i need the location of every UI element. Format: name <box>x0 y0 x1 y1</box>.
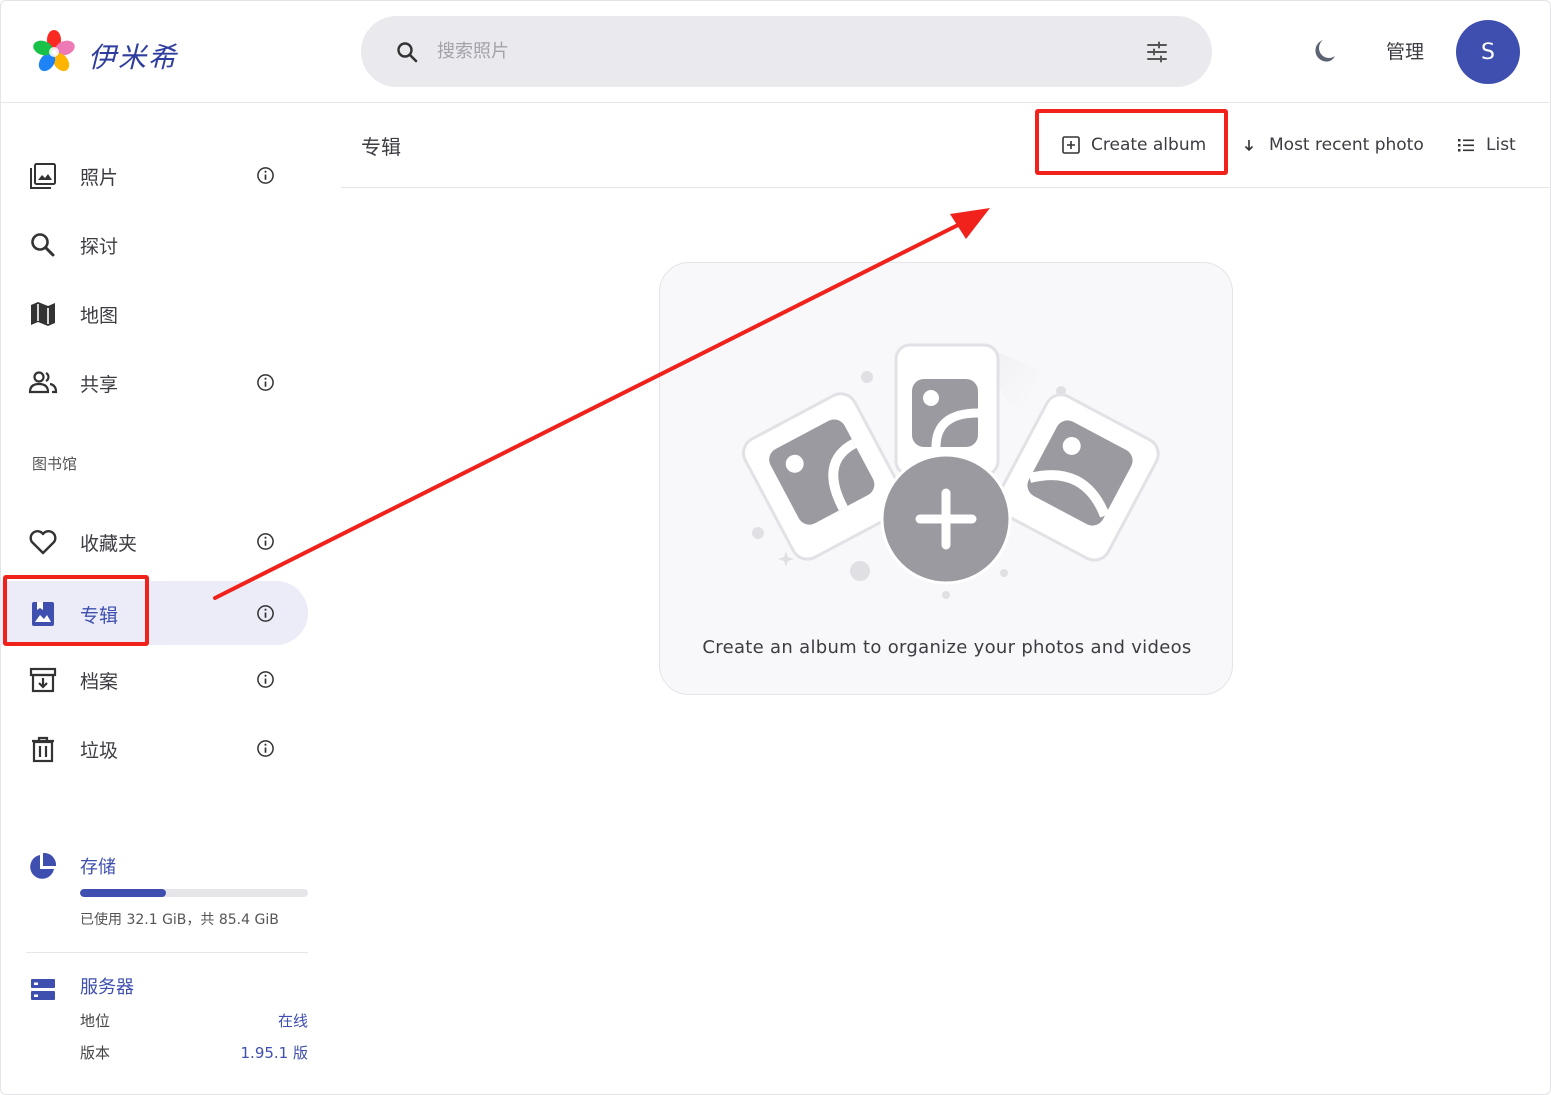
people-icon <box>28 371 58 394</box>
search-bar[interactable] <box>361 16 1212 87</box>
sidebar-item-favorites[interactable]: 收藏夹 <box>0 509 308 573</box>
page-title: 专辑 <box>361 135 401 159</box>
search-icon <box>397 42 418 63</box>
sort-label: Most recent photo <box>1269 135 1424 155</box>
sidebar-item-label: 收藏夹 <box>80 533 138 555</box>
storage-progress-bar <box>80 889 308 897</box>
sidebar-item-label: 地图 <box>80 305 119 327</box>
sort-button[interactable]: Most recent photo <box>1239 131 1424 159</box>
storage-progress-fill <box>80 889 166 897</box>
sidebar-item-label: 共享 <box>80 374 119 396</box>
sidebar-item-label: 探讨 <box>80 236 119 258</box>
map-icon <box>31 302 55 326</box>
info-icon[interactable] <box>256 532 275 551</box>
library-section-label: 图书馆 <box>32 455 78 473</box>
sidebar-item-label: 垃圾 <box>80 740 119 762</box>
storage-usage-text: 已使用 32.1 GiB，共 85.4 GiB <box>80 912 279 928</box>
immich-logo-icon[interactable] <box>30 28 78 76</box>
top-header: 伊米希 管理 S <box>0 0 1551 103</box>
user-avatar[interactable]: S <box>1456 20 1520 84</box>
info-icon[interactable] <box>256 604 275 623</box>
pie-chart-icon <box>30 853 56 879</box>
brand-name: 伊米希 <box>88 41 179 74</box>
view-toggle-label: List <box>1486 135 1516 155</box>
arrow-down-icon <box>1244 140 1254 152</box>
create-album-empty-card[interactable]: Create an album to organize your photos … <box>659 262 1233 695</box>
server-title: 服务器 <box>80 977 134 998</box>
server-version-value[interactable]: 1.95.1 版 <box>241 1042 308 1063</box>
list-icon <box>1458 139 1474 152</box>
albums-highlight <box>3 575 149 646</box>
search-icon <box>31 233 55 257</box>
admin-link[interactable]: 管理 <box>1386 37 1424 64</box>
archive-icon <box>29 667 57 693</box>
info-icon[interactable] <box>256 739 275 758</box>
trash-icon <box>32 736 54 763</box>
server-version-label: 版本 <box>80 1044 111 1062</box>
sidebar-item-map[interactable]: 地图 <box>0 281 308 345</box>
create-album-highlight <box>1035 109 1228 175</box>
server-status-value: 在线 <box>277 1012 308 1030</box>
tune-icon[interactable] <box>1145 40 1169 64</box>
info-icon[interactable] <box>256 670 275 689</box>
storage-title: 存储 <box>80 857 116 878</box>
sidebar-item-label: 照片 <box>80 167 119 189</box>
server-icon <box>31 979 55 1000</box>
info-icon[interactable] <box>256 166 275 185</box>
photo-library-icon <box>30 163 56 189</box>
empty-albums-illustration <box>742 343 1160 599</box>
heart-icon <box>29 530 57 555</box>
search-input[interactable] <box>437 36 1077 66</box>
moon-icon[interactable] <box>1310 36 1340 66</box>
view-toggle-button[interactable]: List <box>1456 131 1516 159</box>
sidebar-item-photos[interactable]: 照片 <box>0 143 308 207</box>
server-status-label: 地位 <box>80 1012 111 1030</box>
empty-state-message: Create an album to organize your photos … <box>702 637 1192 658</box>
sidebar-item-archive[interactable]: 档案 <box>0 647 308 711</box>
sidebar-item-trash[interactable]: 垃圾 <box>0 716 308 780</box>
sidebar-item-explore[interactable]: 探讨 <box>0 212 308 276</box>
info-icon[interactable] <box>256 373 275 392</box>
sidebar-divider <box>26 952 308 953</box>
sidebar-item-label: 档案 <box>80 671 119 693</box>
albums-toolbar: 专辑 Create album Most recent photo List <box>341 103 1551 188</box>
sidebar-item-sharing[interactable]: 共享 <box>0 350 308 414</box>
